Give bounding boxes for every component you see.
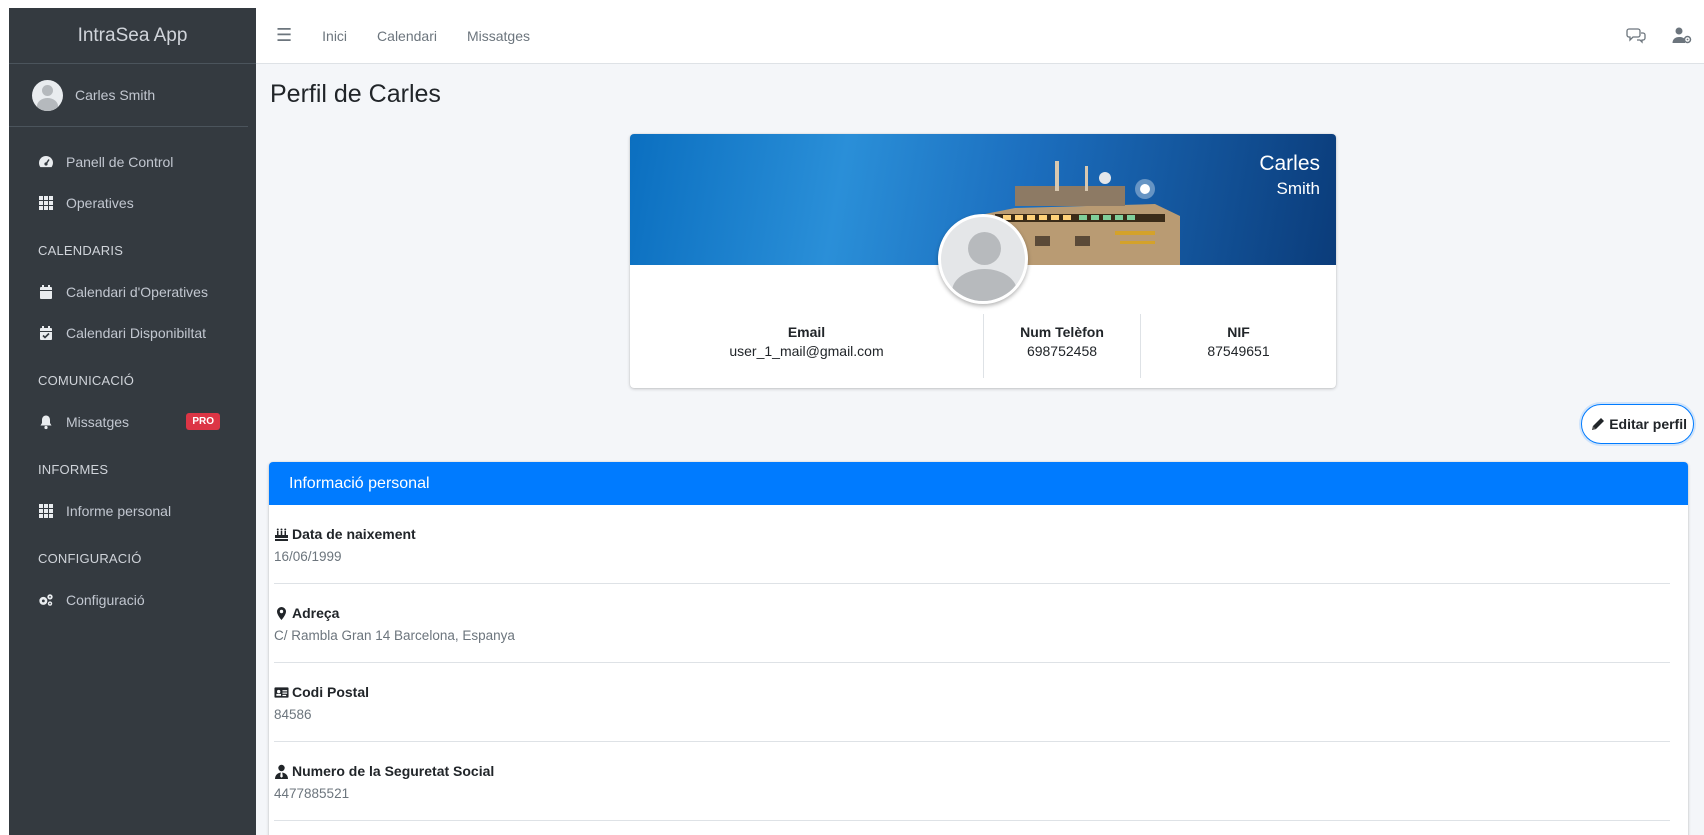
avatar — [32, 79, 63, 111]
chat-icon[interactable] — [1626, 25, 1646, 45]
section-header-comunicacio: COMUNICACIÓ — [38, 373, 135, 388]
sidebar-item-label: Panell de Control — [66, 153, 174, 170]
info-label: Numero de la Seguretat Social — [292, 763, 495, 779]
top-navbar: ☰ Inici Calendari Missatges — [256, 8, 1704, 64]
section-header-configuracio: CONFIGURACIÓ — [38, 551, 142, 566]
pro-badge: PRO — [186, 413, 220, 430]
stat-phone: Num Telèfon 698752458 — [983, 314, 1140, 378]
sidebar-item-calendari-disponibilitat[interactable]: Calendari Disponibiltat — [9, 312, 256, 353]
profile-stats: Email user_1_mail@gmail.com Num Telèfon … — [630, 314, 1336, 378]
sidebar-item-label: Operatives — [66, 194, 134, 211]
profile-last-name: Smith — [1276, 179, 1320, 198]
stat-label: NIF — [1227, 324, 1250, 340]
cogs-icon — [38, 592, 54, 608]
sidebar-item-calendari-operatives[interactable]: Calendari d'Operatives — [9, 271, 256, 312]
sidebar-item-informe-personal[interactable]: Informe personal — [9, 490, 256, 531]
grid-icon — [38, 195, 54, 211]
pencil-icon — [1590, 416, 1606, 432]
info-label: Codi Postal — [292, 684, 370, 700]
sidebar-item-configuracio[interactable]: Configuració — [9, 579, 256, 620]
nav-link-inici[interactable]: Inici — [322, 28, 347, 44]
info-label: Data de naixement — [292, 526, 416, 542]
sidebar-item-operatives[interactable]: Operatives — [9, 182, 256, 223]
tachometer-icon — [38, 154, 54, 170]
section-header-calendaris: CALENDARIS — [38, 243, 124, 258]
profile-card: Carles Smith Email user_1_mail@gmail.com… — [630, 134, 1336, 388]
sidebar-item-missatges[interactable]: Missatges PRO — [9, 401, 256, 442]
sidebar-item-panell-de-control[interactable]: Panell de Control — [9, 141, 256, 182]
sidebar-item-label: Missatges — [66, 413, 130, 430]
stat-value: user_1_mail@gmail.com — [729, 343, 884, 359]
sidebar-item-label: Configuració — [66, 591, 145, 608]
personal-info-body: Data de naixement 16/06/1999 Adreça C/ R… — [269, 505, 1688, 821]
section-header-informes: INFORMES — [38, 462, 109, 477]
grid-icon — [38, 503, 54, 519]
stat-value: 87549651 — [1207, 343, 1270, 359]
map-marker-icon — [274, 606, 289, 621]
edit-profile-button[interactable]: Editar perfil — [1581, 404, 1694, 444]
id-card-icon — [274, 685, 289, 700]
navbar-right-icons — [1626, 25, 1692, 45]
info-value: 16/06/1999 — [274, 549, 342, 564]
info-value: C/ Rambla Gran 14 Barcelona, Espanya — [274, 628, 515, 643]
page-title: Perfil de Carles — [270, 80, 441, 108]
sidebar-nav: Panell de Control Operatives CALENDARIS … — [9, 127, 256, 620]
calendar-check-icon — [38, 325, 54, 341]
birthday-cake-icon — [274, 527, 289, 542]
info-item-postal-code: Codi Postal 84586 — [274, 663, 1670, 742]
info-item-social-security: Numero de la Seguretat Social 4477885521 — [274, 742, 1670, 821]
user-tie-icon — [274, 764, 289, 779]
profile-avatar — [938, 214, 1028, 304]
info-item-birthdate: Data de naixement 16/06/1999 — [274, 505, 1670, 584]
info-value: 84586 — [274, 707, 312, 722]
stat-label: Num Telèfon — [1020, 324, 1104, 340]
info-value: 4477885521 — [274, 786, 350, 801]
personal-info-header: Informació personal — [269, 462, 1688, 505]
nav-link-calendari[interactable]: Calendari — [377, 28, 437, 44]
sidebar: IntraSea App Carles Smith Panell de Cont… — [9, 8, 256, 835]
nav-link-missatges[interactable]: Missatges — [467, 28, 530, 44]
user-name[interactable]: Carles Smith — [75, 87, 155, 103]
bell-icon — [38, 414, 54, 430]
user-panel[interactable]: Carles Smith — [9, 64, 248, 127]
main-content: Perfil de Carles Carles Smith Email user… — [256, 64, 1704, 835]
sidebar-item-label: Informe personal — [66, 502, 172, 519]
calendar-icon — [38, 284, 54, 300]
hamburger-menu-icon[interactable]: ☰ — [276, 25, 292, 46]
personal-info-card: Informació personal Data de naixement 16… — [269, 462, 1688, 835]
sidebar-item-label: Calendari Disponibiltat — [66, 324, 207, 341]
stat-nif: NIF 87549651 — [1140, 314, 1336, 378]
stat-email: Email user_1_mail@gmail.com — [630, 314, 983, 378]
user-settings-icon[interactable] — [1672, 25, 1692, 45]
info-item-address: Adreça C/ Rambla Gran 14 Barcelona, Espa… — [274, 584, 1670, 663]
sidebar-item-label: Calendari d'Operatives — [66, 283, 208, 300]
app-brand[interactable]: IntraSea App — [9, 8, 256, 64]
edit-profile-label: Editar perfil — [1609, 416, 1687, 432]
profile-first-name: Carles — [1259, 152, 1320, 175]
info-label: Adreça — [292, 605, 340, 621]
stat-value: 698752458 — [1026, 343, 1098, 359]
stat-label: Email — [787, 324, 826, 340]
